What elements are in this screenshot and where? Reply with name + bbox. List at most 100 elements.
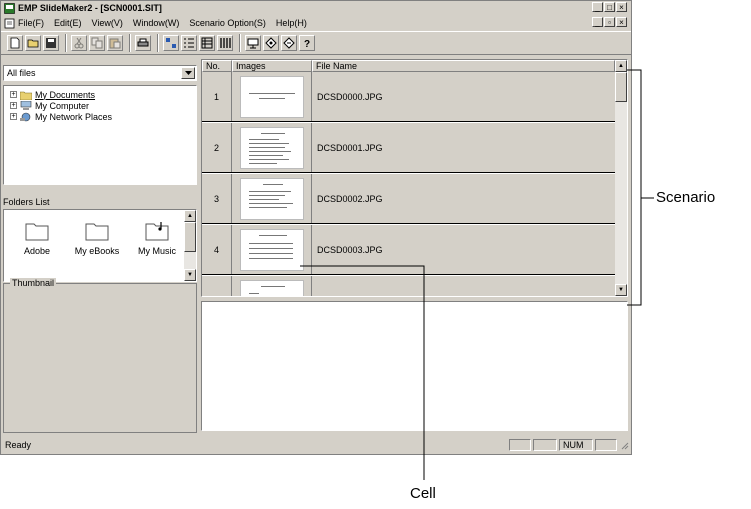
file-type-select[interactable]: All files <box>3 65 197 81</box>
maximize-button[interactable]: □ <box>604 2 615 12</box>
scroll-down-icon[interactable]: ▼ <box>615 284 627 296</box>
column-header-no[interactable]: No. <box>202 60 232 72</box>
slide-thumbnail <box>239 280 304 296</box>
receive-button[interactable] <box>281 35 297 51</box>
minimize-button[interactable]: _ <box>592 2 603 12</box>
folder-item[interactable]: My eBooks <box>72 220 122 256</box>
list-view-icon <box>184 38 194 48</box>
folder-item[interactable]: Adobe <box>12 220 62 256</box>
tree-item-my-network-places[interactable]: + My Network Places <box>10 111 196 122</box>
cut-button[interactable] <box>71 35 87 51</box>
open-button[interactable] <box>25 35 41 51</box>
folders-list: Adobe My eBooks My Music ▲ ▼ <box>3 209 197 282</box>
document-icon[interactable] <box>4 18 15 29</box>
scroll-up-icon[interactable]: ▲ <box>184 210 196 222</box>
cell-number: 4 <box>202 225 232 274</box>
scroll-up-icon[interactable]: ▲ <box>615 60 627 72</box>
chevron-down-icon <box>184 71 192 75</box>
details-view-button[interactable] <box>199 35 215 51</box>
slide-text-line <box>248 252 293 254</box>
scroll-down-icon[interactable]: ▼ <box>184 269 196 281</box>
cell-callout-label: Cell <box>410 485 436 502</box>
cell-number <box>202 276 232 296</box>
documents-folder-icon <box>20 91 32 100</box>
slide-text-line <box>248 242 293 244</box>
cell-file-name: DCSD0001.JPG <box>317 142 383 153</box>
expand-icon[interactable]: + <box>10 91 17 98</box>
menu-help[interactable]: Help(H) <box>276 18 307 28</box>
slide-text-line <box>262 183 283 185</box>
scenario-cell[interactable]: 2 DCSD0001.JPG <box>202 123 615 173</box>
menu-scenario-option[interactable]: Scenario Option(S) <box>189 18 266 28</box>
new-file-icon <box>10 37 20 49</box>
scroll-thumb[interactable] <box>184 222 196 252</box>
thumbnail-label: Thumbnail <box>10 278 57 288</box>
slide-thumbnail <box>239 228 304 271</box>
doc-restore-button[interactable]: ▫ <box>604 17 615 27</box>
tree-item-my-documents[interactable]: + My Documents <box>10 89 196 100</box>
scenario-cell[interactable]: 1 DCSD0000.JPG <box>202 72 615 122</box>
preview-button[interactable] <box>245 35 261 51</box>
folder-item[interactable]: My Music <box>132 220 182 256</box>
doc-close-button[interactable]: × <box>616 17 627 27</box>
tree-label: My Computer <box>35 100 90 111</box>
column-header-images[interactable]: Images <box>232 60 312 72</box>
dropdown-button[interactable] <box>181 67 195 79</box>
file-type-select-value: All files <box>7 68 36 78</box>
slide-text-line <box>258 234 287 236</box>
paste-button[interactable] <box>107 35 123 51</box>
send-button[interactable] <box>263 35 279 51</box>
resize-grip-icon[interactable] <box>619 440 629 450</box>
list-view-button[interactable] <box>181 35 197 51</box>
print-icon <box>137 38 149 47</box>
close-button[interactable]: × <box>616 2 627 12</box>
help-icon: ? <box>304 39 310 49</box>
scenario-cell[interactable]: 3 DCSD0002.JPG <box>202 174 615 224</box>
toolbar-separator <box>129 34 131 52</box>
expand-icon[interactable]: + <box>10 102 17 109</box>
save-button[interactable] <box>43 35 59 51</box>
slide-text-line <box>248 92 295 94</box>
new-file-button[interactable] <box>7 35 23 51</box>
preview-pane <box>201 301 628 431</box>
small-icons-view-button[interactable] <box>163 35 179 51</box>
copy-button[interactable] <box>89 35 105 51</box>
slide-text-line <box>248 194 285 196</box>
thumbnail-group: Thumbnail <box>3 278 197 433</box>
slide-text-line <box>260 286 285 287</box>
cell-number: 2 <box>202 123 232 172</box>
scenario-cell-partial[interactable] <box>202 276 615 296</box>
slide-text-line <box>248 190 291 192</box>
tree-item-my-computer[interactable]: + My Computer <box>10 100 196 111</box>
slide-text-line <box>248 202 293 204</box>
column-header-file-name[interactable]: File Name <box>312 60 615 72</box>
help-button[interactable]: ? <box>299 35 315 51</box>
cell-file-name: DCSD0000.JPG <box>317 91 383 102</box>
folder-label: My eBooks <box>74 246 120 256</box>
scroll-thumb[interactable] <box>615 72 627 102</box>
toolbar-separator <box>157 34 159 52</box>
thumbnail-view-button[interactable] <box>217 35 233 51</box>
small-icons-view-icon <box>166 38 176 48</box>
status-panel <box>533 439 557 451</box>
grid-scrollbar[interactable]: ▲ ▼ <box>615 60 627 296</box>
title-bar[interactable]: EMP SlideMaker2 - [SCN0001.SIT] _ □ × <box>1 1 631 15</box>
folder-label: My Music <box>138 246 176 256</box>
expand-icon[interactable]: + <box>10 113 17 120</box>
doc-minimize-button[interactable]: _ <box>592 17 603 27</box>
print-button[interactable] <box>135 35 151 51</box>
cell-file-name <box>312 276 615 296</box>
paste-icon <box>109 38 121 49</box>
menu-window[interactable]: Window(W) <box>133 18 180 28</box>
slide-text-line <box>248 257 293 259</box>
slide-text-line <box>248 154 283 156</box>
status-bar: Ready NUM <box>1 437 631 453</box>
menu-view[interactable]: View(V) <box>92 18 123 28</box>
slide-text-line <box>248 206 287 208</box>
menu-file[interactable]: File(F) <box>18 18 44 28</box>
cell-file-name: DCSD0002.JPG <box>317 193 383 204</box>
cell-number: 3 <box>202 174 232 223</box>
scenario-cell[interactable]: 4 DCSD0003.JPG <box>202 225 615 275</box>
menu-edit[interactable]: Edit(E) <box>54 18 82 28</box>
folders-scrollbar[interactable]: ▲ ▼ <box>184 210 196 281</box>
